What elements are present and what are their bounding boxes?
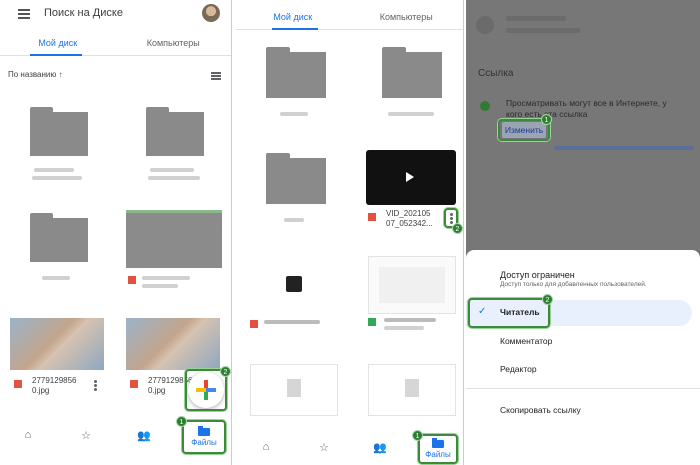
image-file-icon xyxy=(130,380,138,388)
search-bar[interactable]: Поиск на Диске xyxy=(6,2,226,24)
file-name: 2779129856 0.jpg xyxy=(32,376,77,395)
restricted-access-title[interactable]: Доступ ограничен xyxy=(500,270,575,280)
folder-thumb[interactable] xyxy=(30,213,88,262)
avatar xyxy=(476,16,494,34)
menu-icon[interactable] xyxy=(18,8,30,19)
star-icon[interactable]: ☆ xyxy=(78,429,94,442)
highlight-viewer-option xyxy=(468,298,550,328)
video-thumb[interactable] xyxy=(366,150,456,205)
user-email-blur xyxy=(506,28,580,33)
shared-icon[interactable]: 👥 xyxy=(372,441,388,454)
play-icon xyxy=(406,172,414,182)
tabs: Мой диск Компьютеры xyxy=(0,32,231,56)
more-options-icon[interactable] xyxy=(94,380,97,391)
shared-icon[interactable]: 👥 xyxy=(136,429,152,442)
star-icon[interactable]: ☆ xyxy=(316,441,332,454)
tab-computers[interactable]: Компьютеры xyxy=(350,6,464,29)
tab-my-drive[interactable]: Мой диск xyxy=(0,32,116,55)
restricted-access-subtitle: Доступ только для добавленных пользовате… xyxy=(500,281,647,288)
file-thumb[interactable] xyxy=(368,364,456,416)
file-name-blur xyxy=(284,218,304,222)
image-thumb[interactable] xyxy=(126,210,222,268)
globe-icon xyxy=(480,101,490,111)
highlight-files-button xyxy=(418,434,458,464)
folder-thumb[interactable] xyxy=(146,107,204,156)
file-thumb[interactable] xyxy=(368,256,456,314)
search-input[interactable]: Поиск на Диске xyxy=(44,7,123,19)
sheet-file-icon xyxy=(368,318,376,326)
step-badge: 2 xyxy=(542,294,553,305)
file-name: VID_202105 07_052342... xyxy=(386,209,433,228)
folder-thumb[interactable] xyxy=(30,107,88,156)
file-name-blur xyxy=(142,276,190,280)
link-blur xyxy=(554,146,694,150)
folder-thumb[interactable] xyxy=(266,47,326,98)
folder-thumb[interactable] xyxy=(266,153,326,204)
file-name-blur xyxy=(150,168,194,172)
photo-thumb[interactable] xyxy=(126,318,220,370)
file-name-blur xyxy=(32,176,82,180)
step-badge: 1 xyxy=(412,430,423,441)
link-access-description: Просматривать могут все в Интернете, у к… xyxy=(506,98,667,119)
option-editor[interactable]: Редактор xyxy=(500,364,537,374)
image-file-icon xyxy=(250,320,258,328)
file-name-blur xyxy=(388,112,434,116)
image-file-icon xyxy=(128,276,136,284)
doc-icon xyxy=(287,379,301,397)
file-name-blur xyxy=(280,112,308,116)
file-name-blur xyxy=(384,318,436,322)
divider xyxy=(466,388,700,389)
file-name-blur xyxy=(264,320,320,324)
step-badge: 1 xyxy=(176,416,187,427)
home-icon[interactable]: ⌂ xyxy=(258,441,274,453)
screenshot-root: Поиск на Диске Мой диск Компьютеры По на… xyxy=(0,0,700,465)
file-thumb-blur[interactable] xyxy=(286,276,302,292)
link-section-title: Ссылка xyxy=(478,68,514,79)
tab-my-drive[interactable]: Мой диск xyxy=(236,6,350,29)
tab-indicator xyxy=(30,54,82,56)
copy-link-button[interactable]: Скопировать ссылку xyxy=(500,405,581,415)
folder-thumb[interactable] xyxy=(382,47,442,98)
step-badge: 2 xyxy=(452,223,463,234)
file-name-blur xyxy=(34,168,74,172)
sort-button[interactable]: По названию ↑ xyxy=(8,70,63,79)
photo-thumb[interactable] xyxy=(10,318,104,370)
home-icon[interactable]: ⌂ xyxy=(20,429,36,441)
avatar[interactable] xyxy=(202,4,220,22)
file-thumb[interactable] xyxy=(250,364,338,416)
share-settings-panel: Ссылка Просматривать могут все в Интерне… xyxy=(466,0,700,465)
file-name-blur xyxy=(42,276,70,280)
list-view-icon[interactable] xyxy=(211,72,221,80)
drive-panel-my-drive: Поиск на Диске Мой диск Компьютеры По на… xyxy=(0,0,232,465)
drive-panel-files: Мой диск Компьютеры VID_202105 07_052342… xyxy=(236,0,464,465)
file-thumb-inner xyxy=(379,267,445,303)
tab-indicator xyxy=(272,28,318,30)
step-badge: 2 xyxy=(220,366,231,377)
option-commenter[interactable]: Комментатор xyxy=(500,336,552,346)
file-name-blur xyxy=(142,284,178,288)
image-file-icon xyxy=(14,380,22,388)
highlight-files-button xyxy=(182,420,226,454)
user-name-blur xyxy=(506,16,566,21)
doc-icon xyxy=(405,379,419,397)
tab-computers[interactable]: Компьютеры xyxy=(116,32,232,55)
access-bottom-sheet: Доступ ограничен Доступ только для добав… xyxy=(466,250,700,465)
file-name-blur xyxy=(384,326,424,330)
video-file-icon xyxy=(368,213,376,221)
tabs: Мой диск Компьютеры xyxy=(236,6,463,30)
file-name-blur xyxy=(148,176,200,180)
step-badge: 1 xyxy=(541,114,552,125)
